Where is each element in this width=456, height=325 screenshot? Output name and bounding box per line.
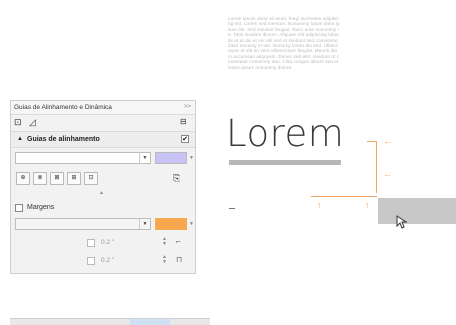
margins-checkbox[interactable]	[15, 204, 23, 212]
chevron-down-icon: ▼	[139, 153, 150, 163]
guide-style-row: ▼ ▼	[11, 148, 195, 168]
spinner-icon[interactable]: ▲ ▼	[162, 255, 167, 265]
offset-checkbox-2[interactable]	[87, 257, 95, 265]
section-collapse-icon[interactable]: ▲	[17, 132, 23, 147]
guide-arrow-left-icon: ←	[383, 136, 392, 146]
spinner-icon[interactable]: ▲ ▼	[162, 237, 167, 247]
alignment-guide-vertical	[376, 141, 377, 193]
offset-field-2[interactable]: 0.2 "	[101, 257, 114, 264]
toolbar-button-5[interactable]: ⊡	[84, 172, 98, 185]
chevron-up-icon[interactable]: ▲	[99, 191, 104, 196]
dash-mark	[229, 208, 235, 209]
section-title: Guias de alinhamento	[27, 136, 100, 143]
lock-icon[interactable]: ⊓	[176, 255, 182, 264]
docker-title: Guias de Alinhamento e Dinâmica	[14, 104, 112, 111]
margins-style-row: ▼ ▼	[11, 216, 195, 234]
gray-rectangle-shape[interactable]	[378, 198, 456, 224]
margins-color-swatch[interactable]	[155, 218, 187, 230]
margins-row: Margens	[11, 200, 195, 216]
alignment-guides-enable-checkbox[interactable]: ✔	[181, 135, 189, 143]
guide-arrow-up-icon: ↑	[365, 200, 370, 210]
margins-label: Margens	[27, 204, 55, 211]
guide-options-toolbar: ⊕ ⊗ ⊠ ⊞ ⊡ ⎘	[11, 168, 195, 188]
expand-row: ▲	[11, 188, 195, 200]
alignment-guides-tab-icon[interactable]: ⊡	[14, 117, 22, 128]
toolbar-button-1[interactable]: ⊕	[16, 172, 30, 185]
gray-bar-shape[interactable]	[229, 160, 341, 165]
page-icon[interactable]: ⎘	[173, 173, 180, 184]
lorem-heading[interactable]: Lorem	[226, 112, 344, 155]
alignment-guides-section[interactable]: ▲ Guias de alinhamento ✔	[11, 131, 195, 148]
guide-arrow-up-icon: ↑	[317, 200, 322, 210]
toolbar-button-3[interactable]: ⊠	[50, 172, 64, 185]
lorem-paragraph: Lorem ipsum dolor sit amet, feugi tacima…	[228, 16, 340, 70]
toolbar-button-2[interactable]: ⊗	[33, 172, 47, 185]
docker-menu-icon[interactable]: ⊟	[180, 117, 187, 126]
docker-title-bar[interactable]: Guias de Alinhamento e Dinâmica >>	[11, 101, 195, 115]
dynamic-guides-tab-icon[interactable]: ◿	[29, 117, 36, 128]
chevron-down-icon: ▼	[139, 219, 150, 229]
guide-arrow-left-icon: ←	[383, 169, 392, 179]
guide-color-swatch[interactable]	[155, 152, 187, 164]
offset-row-1: 0.2 " ▲ ▼ ⌐	[11, 234, 195, 252]
offset-field-1[interactable]: 0.2 "	[101, 239, 114, 246]
chevron-down-icon[interactable]: ▼	[189, 222, 194, 227]
alignment-guide-top	[367, 141, 377, 142]
docker-mode-row: ⊡ ◿ ⊟	[11, 115, 195, 131]
tab-highlight[interactable]	[130, 319, 170, 325]
margins-style-dropdown[interactable]: ▼	[15, 218, 151, 230]
line-style-dropdown[interactable]: ▼	[15, 152, 151, 164]
docker-collapse-icon[interactable]: >>	[184, 101, 191, 114]
alignment-guide-bottom	[311, 196, 377, 197]
margin-top-icon: ⌐	[176, 237, 181, 246]
offset-checkbox-1[interactable]	[87, 239, 95, 247]
alignment-guides-docker: Guias de Alinhamento e Dinâmica >> ⊡ ◿ ⊟…	[10, 100, 196, 274]
chevron-down-icon[interactable]: ▼	[189, 156, 194, 161]
toolbar-button-4[interactable]: ⊞	[67, 172, 81, 185]
mouse-cursor-icon	[396, 215, 408, 229]
offset-row-2: 0.2 " ▲ ▼ ⊓	[11, 252, 195, 270]
